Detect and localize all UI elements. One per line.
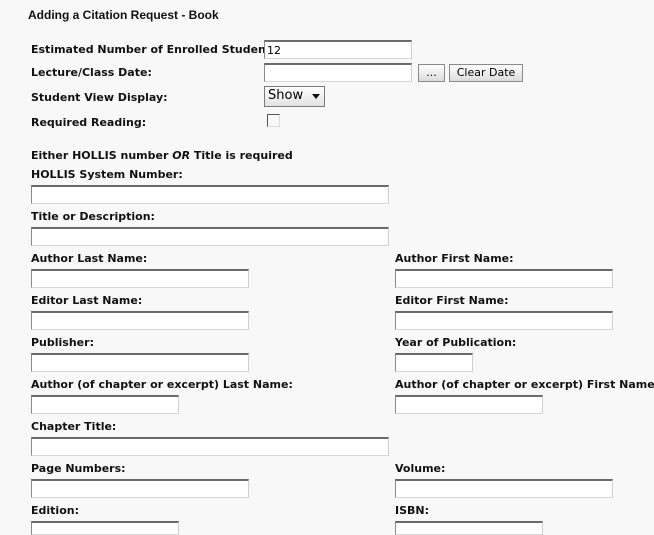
required-reading-checkbox[interactable] (267, 114, 280, 127)
note-or: OR (172, 149, 191, 162)
author-first-name-label: Author First Name: (395, 252, 514, 265)
hollis-number-label: HOLLIS System Number: (31, 168, 183, 181)
chapter-author-last-name-label: Author (of chapter or excerpt) Last Name… (31, 378, 293, 391)
author-last-name-label: Author Last Name: (31, 252, 148, 265)
year-of-publication-label: Year of Publication: (395, 336, 517, 349)
year-of-publication-input[interactable] (395, 353, 473, 372)
chapter-author-first-name-input[interactable] (395, 395, 543, 414)
date-picker-button[interactable]: ... (418, 64, 445, 82)
chevron-down-icon (312, 94, 320, 99)
hollis-number-input[interactable] (31, 185, 389, 204)
note-prefix: Either HOLLIS number (31, 149, 173, 162)
title-input[interactable] (31, 227, 389, 246)
chapter-title-label: Chapter Title: (31, 420, 117, 433)
publisher-label: Publisher: (31, 336, 94, 349)
required-reading-label: Required Reading: (31, 116, 147, 129)
publisher-input[interactable] (31, 353, 249, 372)
chapter-author-first-name-label: Author (of chapter or excerpt) First Nam… (395, 378, 654, 391)
hollis-or-title-note: Either HOLLIS number OR Title is require… (31, 149, 293, 162)
edition-input[interactable] (31, 521, 179, 535)
author-first-name-input[interactable] (395, 269, 613, 288)
page-numbers-label: Page Numbers: (31, 462, 126, 475)
editor-first-name-input[interactable] (395, 311, 613, 330)
isbn-label: ISBN: (395, 504, 430, 517)
volume-input[interactable] (395, 479, 613, 498)
page-numbers-input[interactable] (31, 479, 249, 498)
lecture-date-input[interactable] (264, 63, 412, 82)
chapter-title-input[interactable] (31, 437, 389, 456)
page-title: Adding a Citation Request - Book (28, 8, 219, 22)
editor-first-name-label: Editor First Name: (395, 294, 509, 307)
editor-last-name-input[interactable] (31, 311, 249, 330)
editor-last-name-label: Editor Last Name: (31, 294, 143, 307)
student-view-select[interactable]: Show (264, 86, 325, 107)
author-last-name-input[interactable] (31, 269, 249, 288)
enrolled-students-input[interactable] (264, 40, 412, 59)
enrolled-students-label: Estimated Number of Enrolled Students: (31, 43, 283, 56)
lecture-date-label: Lecture/Class Date: (31, 66, 152, 79)
title-label: Title or Description: (31, 210, 155, 223)
student-view-selected-value: Show (268, 88, 304, 103)
isbn-input[interactable] (395, 521, 543, 535)
edition-label: Edition: (31, 504, 79, 517)
note-suffix: Title is required (190, 149, 293, 162)
clear-date-button[interactable]: Clear Date (449, 64, 523, 82)
student-view-label: Student View Display: (31, 91, 168, 104)
chapter-author-last-name-input[interactable] (31, 395, 179, 414)
volume-label: Volume: (395, 462, 446, 475)
